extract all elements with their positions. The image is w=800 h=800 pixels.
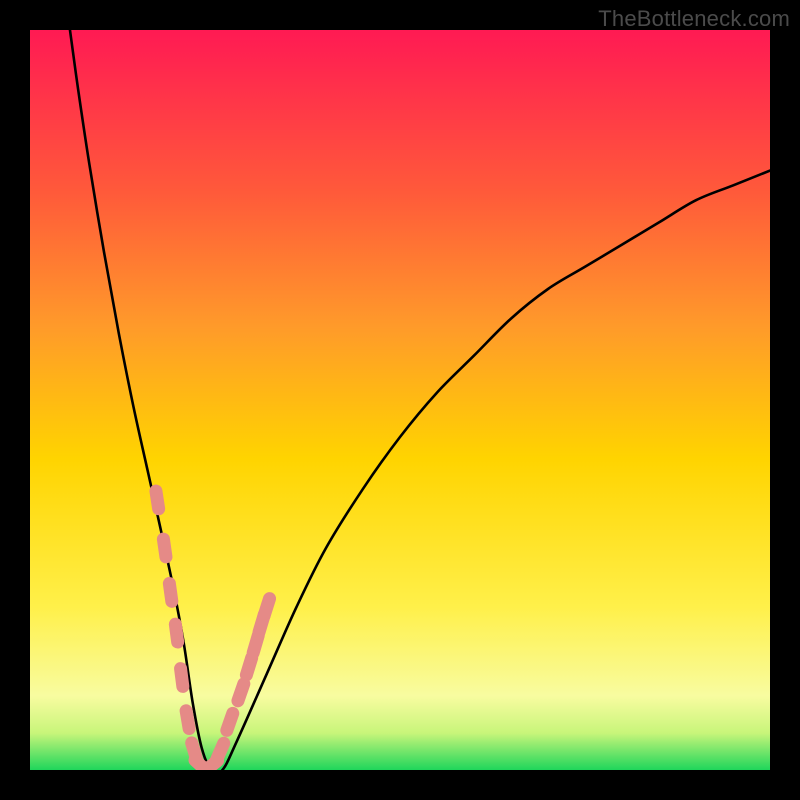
bottleneck-curve	[70, 30, 770, 770]
marker-dot	[186, 711, 189, 729]
marker-dot	[238, 684, 244, 701]
marker-dot	[227, 713, 233, 730]
marker-dot	[156, 491, 159, 509]
marker-dot	[181, 669, 183, 687]
chart-frame: TheBottleneck.com	[0, 0, 800, 800]
curve-layer	[30, 30, 770, 770]
marker-dot	[264, 599, 269, 616]
marker-dot	[163, 539, 166, 557]
marker-dot	[175, 624, 177, 642]
marker-dot	[246, 658, 251, 675]
marker-dot	[169, 583, 171, 601]
marker-dot	[217, 743, 224, 760]
plot-area	[30, 30, 770, 770]
marker-dots	[156, 491, 270, 770]
watermark-text: TheBottleneck.com	[598, 6, 790, 32]
